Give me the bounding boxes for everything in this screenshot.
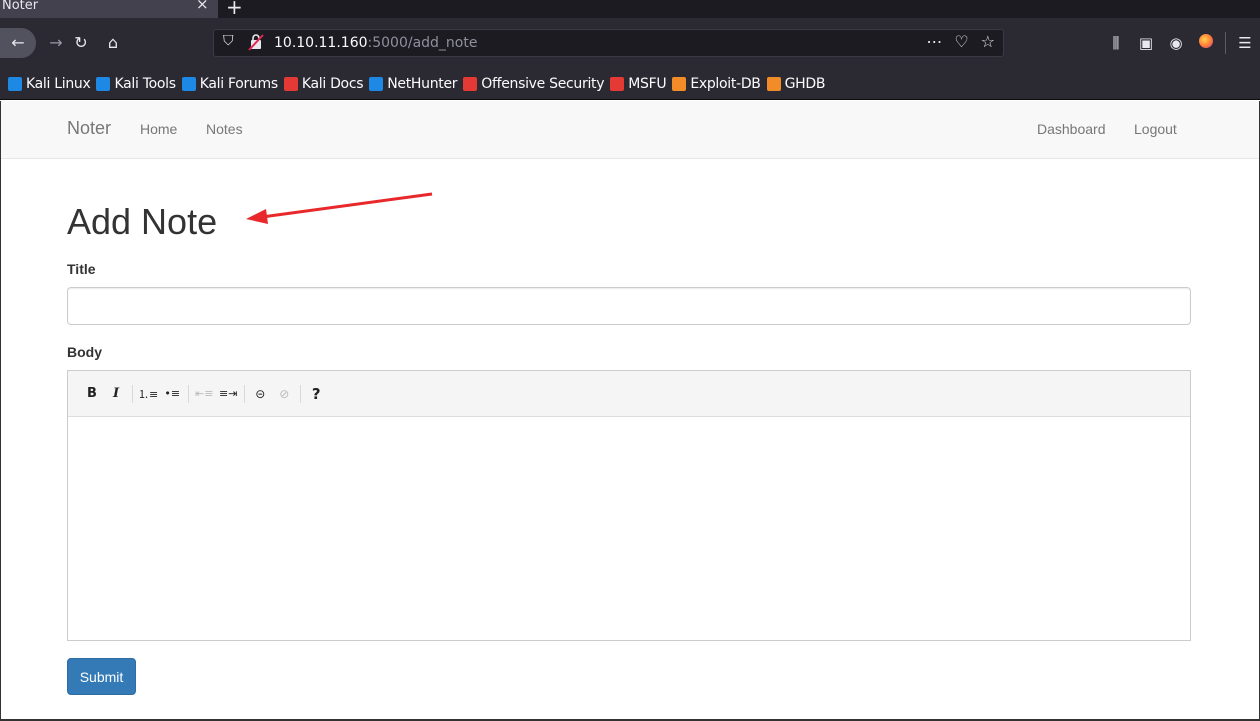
body-editor: B I ⒈≡ •≡ ⇤≡ ≡⇥ ⊝ ⊘ ? xyxy=(67,370,1191,641)
bookmark-label: MSFU xyxy=(628,75,667,92)
nav-link-dashboard[interactable]: Dashboard xyxy=(1037,121,1106,137)
bookmark-label: NetHunter xyxy=(387,75,458,92)
address-bar-actions: ⋯ ♡ ☆ xyxy=(926,32,995,51)
page-content: Noter Home Notes Dashboard Logout Add No… xyxy=(0,101,1260,721)
nav-link-home[interactable]: Home xyxy=(140,121,177,137)
help-button[interactable]: ? xyxy=(306,385,326,403)
close-tab-icon[interactable]: × xyxy=(196,0,209,12)
browser-tab[interactable]: Noter × xyxy=(0,0,218,18)
browser-toolbar: ← → ↻ ⌂ ⛉ 10.10.11.160:5000/add_note ⋯ ♡… xyxy=(0,18,1260,68)
indent-icon[interactable]: ≡⇥ xyxy=(218,387,238,400)
bookmark-item[interactable]: NetHunter xyxy=(369,75,458,92)
title-input[interactable] xyxy=(67,287,1191,325)
editor-toolbar: B I ⒈≡ •≡ ⇤≡ ≡⇥ ⊝ ⊘ ? xyxy=(68,371,1190,417)
pocket-icon[interactable]: ♡ xyxy=(954,32,968,51)
toolbar-right-icons: ⫼ ▣ ◉ ☰ xyxy=(1101,28,1260,58)
link-icon[interactable]: ⊝ xyxy=(250,387,270,401)
kali-tools-icon xyxy=(96,76,111,91)
toolbar-divider xyxy=(244,384,246,403)
toolbar-divider xyxy=(1225,32,1226,54)
bookmark-item[interactable]: Kali Forums xyxy=(181,75,278,92)
tab-title: Noter xyxy=(2,0,39,13)
url-text[interactable]: 10.10.11.160:5000/add_note xyxy=(274,35,477,51)
page-title: Add Note xyxy=(67,201,218,242)
toolbar-divider xyxy=(300,384,302,403)
body-textarea[interactable] xyxy=(68,417,1190,640)
page-actions-icon[interactable]: ⋯ xyxy=(926,32,942,51)
bookmark-item[interactable]: Exploit-DB xyxy=(672,75,761,92)
bookmark-item[interactable]: Kali Tools xyxy=(96,75,176,92)
body-label: Body xyxy=(67,344,102,360)
forward-arrow-icon: → xyxy=(49,33,63,52)
address-bar[interactable]: ⛉ 10.10.11.160:5000/add_note ⋯ ♡ ☆ xyxy=(213,29,1004,57)
unlink-icon[interactable]: ⊘ xyxy=(274,387,294,401)
app-navbar: Noter Home Notes Dashboard Logout xyxy=(1,101,1259,159)
bookmark-label: Kali Forums xyxy=(199,75,278,92)
home-icon: ⌂ xyxy=(107,33,119,52)
nav-link-notes[interactable]: Notes xyxy=(206,121,243,137)
exploit-db-icon xyxy=(672,76,687,91)
title-label: Title xyxy=(67,261,96,277)
bulleted-list-icon[interactable]: •≡ xyxy=(162,387,182,400)
bookmark-label: Offensive Security xyxy=(481,75,605,92)
menu-icon[interactable]: ☰ xyxy=(1230,34,1260,52)
bookmark-star-icon[interactable]: ☆ xyxy=(981,32,995,51)
home-button[interactable]: ⌂ xyxy=(100,28,126,58)
url-path: :5000/add_note xyxy=(367,35,478,51)
tracking-shield-icon[interactable]: ⛉ xyxy=(223,33,234,49)
bookmark-item[interactable]: MSFU xyxy=(610,75,667,92)
tab-bar: Noter × + xyxy=(0,0,1260,19)
italic-button[interactable]: I xyxy=(106,386,126,401)
reload-icon: ↻ xyxy=(74,33,88,52)
account-icon[interactable]: ◉ xyxy=(1161,34,1191,52)
bookmark-item[interactable]: Offensive Security xyxy=(463,75,605,92)
numbered-list-icon[interactable]: ⒈≡ xyxy=(138,386,158,402)
kali-dragon-icon xyxy=(8,76,22,91)
extension-icon[interactable] xyxy=(1191,34,1221,52)
offsec-icon xyxy=(463,76,478,91)
bookmark-item[interactable]: Kali Linux xyxy=(8,75,91,92)
url-host: 10.10.11.160 xyxy=(274,35,368,51)
toolbar-divider xyxy=(188,384,190,403)
bookmark-label: Exploit-DB xyxy=(690,75,761,92)
msfu-icon xyxy=(610,76,625,91)
firefox-extension-icon xyxy=(1199,34,1213,48)
ghdb-icon xyxy=(766,76,781,91)
back-button[interactable]: ← xyxy=(0,28,36,58)
bookmark-label: Kali Tools xyxy=(114,75,176,92)
outdent-icon[interactable]: ⇤≡ xyxy=(194,387,214,400)
nethunter-icon xyxy=(369,76,384,91)
bookmark-label: GHDB xyxy=(784,75,826,92)
kali-docs-icon xyxy=(283,76,298,91)
library-icon[interactable]: ⫼ xyxy=(1101,34,1131,52)
sidebar-icon[interactable]: ▣ xyxy=(1131,34,1161,52)
bookmark-label: Kali Docs xyxy=(301,75,364,92)
new-tab-button[interactable]: + xyxy=(226,0,243,19)
insecure-lock-icon[interactable] xyxy=(248,33,264,51)
bookmarks-toolbar: Kali Linux Kali Tools Kali Forums Kali Docs… xyxy=(0,68,1260,100)
bookmark-item[interactable]: Kali Docs xyxy=(283,75,364,92)
toolbar-divider xyxy=(132,384,133,403)
bookmark-item[interactable]: GHDB xyxy=(766,75,826,92)
kali-forums-icon xyxy=(181,76,196,91)
submit-button[interactable]: Submit xyxy=(67,658,136,695)
bold-button[interactable]: B xyxy=(82,386,102,401)
back-arrow-icon: ← xyxy=(11,33,25,52)
forward-button[interactable]: → xyxy=(46,28,66,58)
nav-link-logout[interactable]: Logout xyxy=(1134,121,1177,137)
brand-link[interactable]: Noter xyxy=(67,118,111,139)
reload-button[interactable]: ↻ xyxy=(68,28,94,58)
bookmark-label: Kali Linux xyxy=(26,75,91,92)
